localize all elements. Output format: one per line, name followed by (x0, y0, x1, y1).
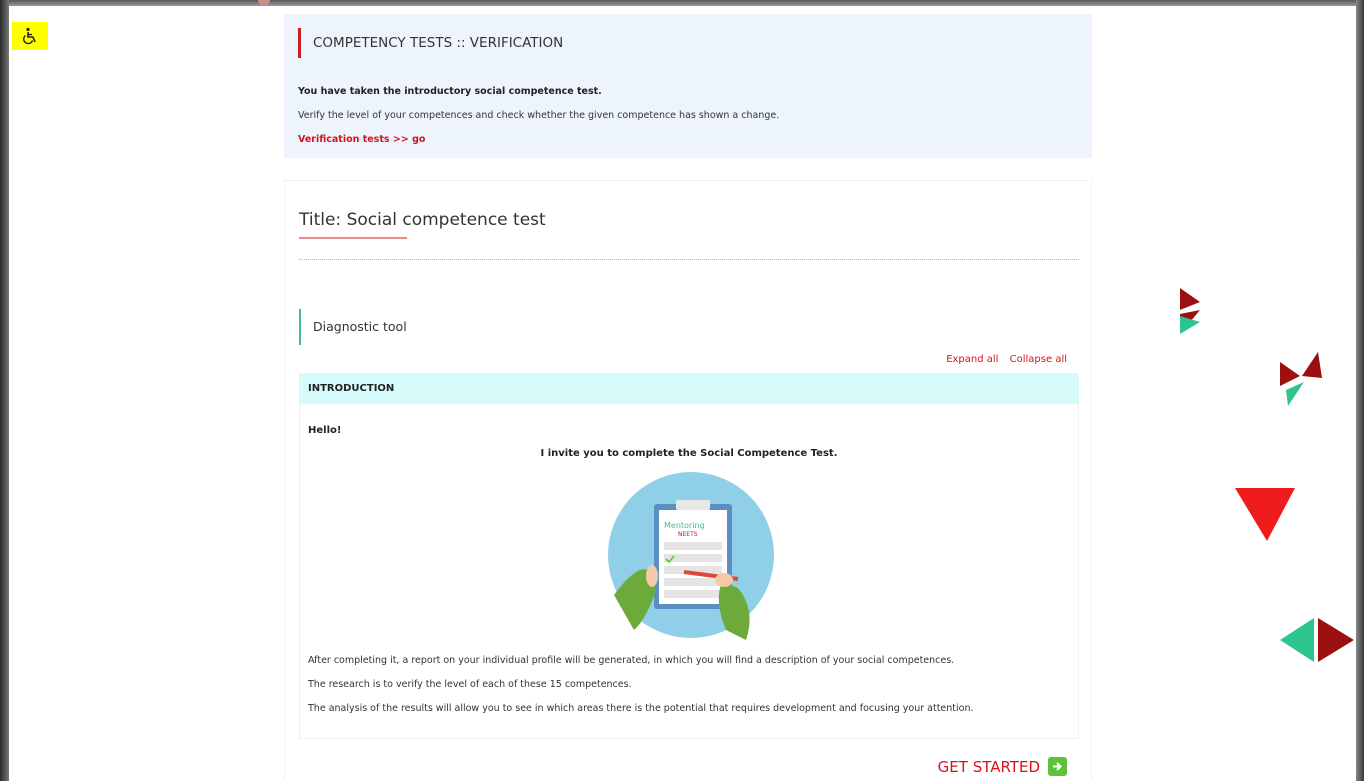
collapse-all-link[interactable]: Collapse all (1010, 354, 1067, 365)
page-title: Title: Social competence test (299, 210, 546, 230)
get-started-button[interactable]: GET STARTED (938, 757, 1067, 776)
expand-all-link[interactable]: Expand all (946, 354, 998, 365)
intro-paragraph-1: After completing it, a report on your in… (308, 655, 955, 666)
notice-text: Verify the level of your competences and… (298, 110, 780, 121)
expand-collapse-links: Expand all Collapse all (938, 354, 1067, 365)
wheelchair-icon (23, 27, 36, 45)
window-right-border (1356, 0, 1364, 781)
accessibility-button[interactable] (12, 22, 48, 50)
section-divider (299, 259, 1079, 260)
notice-title: COMPETENCY TESTS :: VERIFICATION (298, 28, 563, 58)
verification-notice: COMPETENCY TESTS :: VERIFICATION You hav… (284, 14, 1092, 158)
section-label: Diagnostic tool (299, 309, 407, 345)
decorative-triangles-2 (1280, 352, 1322, 406)
test-card: Title: Social competence test Diagnostic… (284, 180, 1092, 781)
notice-bold-text: You have taken the introductory social c… (298, 86, 602, 97)
introduction-accordion-body: Hello! I invite you to complete the Soci… (299, 404, 1079, 739)
invite-text: I invite you to complete the Social Comp… (540, 448, 838, 459)
intro-paragraph-3: The analysis of the results will allow y… (308, 703, 974, 714)
introduction-accordion-header[interactable]: INTRODUCTION (299, 373, 1079, 404)
window-top-border (0, 0, 1364, 6)
decorative-triangles-1 (1180, 288, 1200, 334)
title-underline (299, 237, 407, 239)
logo-text-neets: NEETS (678, 531, 698, 538)
decorative-triangles-3 (1280, 618, 1354, 662)
logo-text-mentoring: Mentoring (664, 521, 705, 530)
arrow-right-icon (1048, 757, 1067, 776)
get-started-label: GET STARTED (937, 757, 1040, 776)
window-left-border (0, 0, 9, 781)
clipboard-illustration: Mentoring NEETS (608, 472, 774, 640)
decorative-triangle-red (1235, 488, 1295, 541)
intro-paragraph-2: The research is to verify the level of e… (308, 679, 632, 690)
verification-tests-link[interactable]: Verification tests >> go (298, 134, 425, 145)
greeting: Hello! (308, 425, 342, 436)
